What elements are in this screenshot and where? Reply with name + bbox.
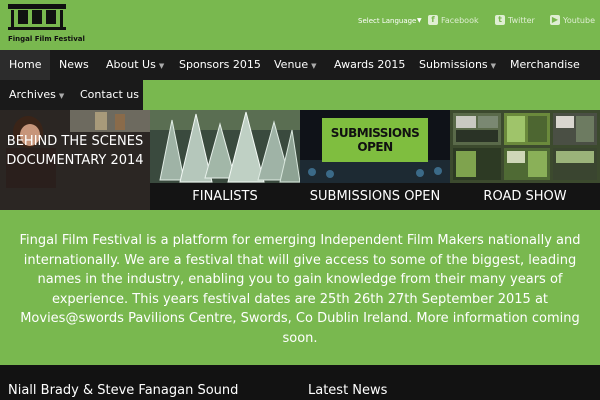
banner-finalists[interactable]: FINALISTS (150, 110, 300, 210)
twitter-icon: t (495, 15, 505, 25)
youtube-label: Youtube (563, 15, 595, 25)
chevron-down-icon: ▼ (490, 62, 497, 70)
nav-label: Awards 2015 (334, 58, 406, 71)
nav-label: Sponsors 2015 (179, 58, 261, 71)
nav-item-home[interactable]: Home (0, 50, 51, 80)
language-selector[interactable]: Select Language (358, 17, 416, 25)
nav-label: Submissions (419, 58, 488, 71)
main-navigation-row-2: Archives ▼ Contact us (0, 80, 143, 110)
footer-heading-sound: Niall Brady & Steve Fanagan Sound (8, 383, 239, 398)
facebook-link[interactable]: f Facebook (428, 15, 479, 25)
nav-label: Contact us (80, 88, 139, 101)
chevron-down-icon: ▼ (58, 92, 65, 100)
nav-label: Merchandise (510, 58, 580, 71)
nav-item-archives[interactable]: Archives ▼ (0, 80, 73, 110)
nav-item-contact-us[interactable]: Contact us (71, 80, 148, 110)
nav-item-merchandise[interactable]: Merchandise (501, 50, 589, 80)
youtube-link[interactable]: ▶ Youtube (550, 15, 595, 25)
banner-label: ROAD SHOW (450, 183, 600, 210)
film-strip-logo-icon (8, 4, 66, 30)
site-logo[interactable]: Fingal Film Festival (6, 4, 85, 46)
nav-label: Venue (274, 58, 309, 71)
nav-item-about-us[interactable]: About Us ▼ (97, 50, 173, 80)
nav-item-news[interactable]: News (50, 50, 98, 80)
chevron-down-icon: ▼ (417, 17, 422, 24)
logo-text: Fingal Film Festival (8, 35, 85, 43)
footer-section: Niall Brady & Steve Fanagan Sound Latest… (0, 365, 600, 400)
banner-overlay-text: BEHIND THE SCENES DOCUMENTARY 2014 (6, 134, 144, 168)
facebook-label: Facebook (441, 15, 479, 25)
site-header: Fingal Film Festival Select Language ▼ f… (0, 0, 600, 50)
twitter-label: Twitter (508, 15, 535, 25)
banner-road-show[interactable]: ROAD SHOW (450, 110, 600, 210)
nav-item-sponsors-2015[interactable]: Sponsors 2015 (170, 50, 270, 80)
trophy-image (150, 110, 300, 183)
festival-description-section: Fingal Film Festival is a platform for e… (0, 210, 600, 365)
banner-behind-the-scenes[interactable]: BEHIND THE SCENES DOCUMENTARY 2014 (0, 110, 150, 210)
banner-label: FINALISTS (150, 183, 300, 210)
nav-label: News (59, 58, 89, 71)
main-navigation: Home News About Us ▼ Sponsors 2015 Venue ▼… (0, 50, 600, 80)
youtube-icon: ▶ (550, 15, 560, 25)
road-show-collage-image (450, 110, 600, 183)
festival-description: Fingal Film Festival is a platform for e… (19, 233, 581, 346)
nav-label: Home (9, 58, 42, 71)
chevron-down-icon: ▼ (158, 62, 165, 70)
banner-submissions-open[interactable]: SUBMISSIONS OPEN SUBMISSIONS OPEN (300, 110, 450, 210)
facebook-icon: f (428, 15, 438, 25)
nav-label: Archives (9, 88, 56, 101)
nav-label: About Us (106, 58, 156, 71)
sign-text: SUBMISSIONS OPEN (330, 126, 420, 154)
nav-item-submissions[interactable]: Submissions ▼ (410, 50, 505, 80)
nav-item-venue[interactable]: Venue ▼ (265, 50, 326, 80)
twitter-link[interactable]: t Twitter (495, 15, 535, 25)
chevron-down-icon: ▼ (311, 62, 317, 70)
nav-item-awards-2015[interactable]: Awards 2015 (325, 50, 414, 80)
footer-heading-latest-news: Latest News (308, 383, 388, 398)
banner-label: SUBMISSIONS OPEN (300, 183, 450, 210)
